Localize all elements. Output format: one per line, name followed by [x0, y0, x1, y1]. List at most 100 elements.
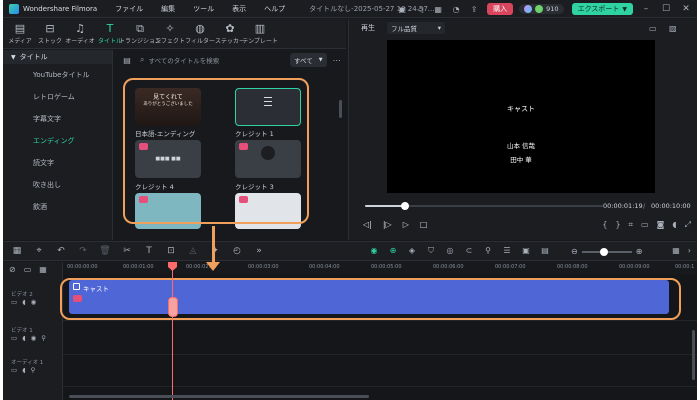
cut-icon[interactable]: ✂	[119, 246, 135, 256]
export-button[interactable]: エクスポート ▼	[571, 3, 633, 15]
timeline-horizontal-scrollbar[interactable]	[69, 395, 369, 398]
lock-icon[interactable]: ⚲	[41, 334, 46, 342]
play-icon[interactable]: ▷	[403, 220, 409, 229]
speaker-icon[interactable]: ◖	[22, 334, 25, 342]
lock-icon[interactable]: ⚲	[31, 366, 36, 374]
zoom-in-icon[interactable]: ⊕	[636, 247, 643, 256]
speaker-icon[interactable]: ◖	[22, 366, 25, 374]
timeline-ruler[interactable]: 00:00:00:00 00:00:01:00 00:00:02:00 00:0…	[63, 262, 697, 274]
grid-icon[interactable]: ▦	[431, 2, 445, 16]
more-tools-icon[interactable]: »	[251, 246, 267, 256]
tab-transition[interactable]: ⧉ トランジション	[119, 19, 161, 48]
playhead[interactable]	[172, 262, 173, 400]
list-icon[interactable]: ☰	[500, 246, 514, 256]
mic-icon[interactable]: ⚲	[481, 246, 495, 256]
track-manager-icon[interactable]: ▭	[24, 265, 32, 274]
fit-icon[interactable]: ⌗	[629, 220, 634, 230]
send-icon[interactable]: ◁	[413, 2, 427, 16]
tab-media[interactable]: ▤ メディア	[7, 19, 33, 48]
quality-dropdown[interactable]: フル品質 ▾	[387, 22, 445, 34]
device-icon[interactable]: ▣	[395, 2, 409, 16]
redo-icon[interactable]: ↷	[75, 246, 91, 256]
menu-edit[interactable]: 編集	[161, 4, 175, 14]
undo-icon[interactable]: ↶	[53, 246, 69, 256]
marker-icon[interactable]: ◈	[405, 246, 419, 256]
browser-scrollbar[interactable]	[339, 100, 342, 118]
tab-stock[interactable]: ⊟ ストック	[37, 19, 63, 48]
grid-toggle-icon[interactable]: ▦	[39, 265, 47, 274]
ai-icon[interactable]: ✦	[207, 246, 223, 256]
speed-icon[interactable]: ◴	[229, 246, 245, 256]
clip-icon[interactable]: ▤	[538, 246, 552, 256]
select-tool-icon[interactable]: ⌖	[31, 246, 47, 256]
zoom-knob[interactable]	[600, 247, 609, 256]
zoom-slider[interactable]	[581, 247, 632, 256]
fullscreen-icon[interactable]: ⤢	[685, 220, 691, 230]
tab-effect[interactable]: ✧ エフェクト	[155, 19, 185, 48]
mark-in-icon[interactable]: {	[602, 220, 607, 230]
snap-icon[interactable]: ⊕	[386, 246, 400, 256]
step-back-icon[interactable]: ◁|	[363, 220, 372, 229]
scrubber-knob[interactable]	[401, 202, 410, 210]
close-icon[interactable]: ✕	[679, 4, 693, 14]
crop-icon[interactable]: ⊡	[163, 246, 179, 256]
timeline-vertical-scrollbar[interactable]	[692, 330, 695, 380]
speaker-icon[interactable]: ◖	[22, 298, 25, 306]
display-icon[interactable]: ▭	[641, 220, 649, 230]
stop-icon[interactable]: □	[420, 220, 428, 229]
menu-view[interactable]: 表示	[232, 4, 246, 14]
volume-icon[interactable]: ◖	[672, 220, 676, 230]
shield-icon[interactable]: ⛉	[424, 246, 438, 256]
eye-icon[interactable]: ◉	[31, 334, 37, 342]
category-header[interactable]: ▼ タイトル	[3, 50, 112, 64]
add-track-icon[interactable]: ⊘	[9, 265, 16, 274]
minimize-icon[interactable]: –	[639, 4, 653, 14]
category-item[interactable]: 吹き出し	[3, 174, 112, 196]
snapshot-icon[interactable]: ▭	[649, 24, 657, 33]
color-icon[interactable]: ◬	[185, 246, 201, 256]
folder-icon[interactable]: ▭	[11, 366, 17, 374]
menu-tools[interactable]: ツール	[193, 4, 214, 14]
delete-icon[interactable]: 🗑	[97, 246, 113, 256]
bell-icon[interactable]: ◔	[449, 2, 463, 16]
text-icon[interactable]: T	[141, 246, 157, 256]
menu-file[interactable]: ファイル	[115, 4, 143, 14]
category-item-ending[interactable]: エンディング	[3, 130, 112, 152]
filter-dropdown[interactable]: すべて ▼	[290, 53, 327, 67]
render-icon[interactable]: ◉	[367, 246, 381, 256]
expand-icon[interactable]: ›	[688, 246, 691, 255]
tab-filter[interactable]: ◍ フィルター	[185, 19, 215, 48]
maximize-icon[interactable]: ☐	[659, 4, 673, 14]
link-icon[interactable]: ⊂	[462, 246, 476, 256]
category-item[interactable]: 字幕文字	[3, 108, 112, 130]
play-back-icon[interactable]: |▷	[383, 220, 392, 229]
category-item[interactable]: YouTubeタイトル	[3, 64, 112, 86]
settings-icon[interactable]: ▦	[672, 246, 680, 255]
folder-icon[interactable]: ▭	[11, 334, 17, 342]
credits-badge[interactable]: 910	[519, 4, 564, 14]
camera-icon[interactable]: ◙	[657, 220, 665, 230]
upload-icon[interactable]: ⇪	[467, 2, 481, 16]
category-item[interactable]: 読文字	[3, 152, 112, 174]
tab-audio[interactable]: ♫ オーディオ	[65, 19, 95, 48]
preview-scrubber[interactable]	[365, 202, 603, 210]
collapse-panel-icon[interactable]: ▤	[120, 54, 134, 66]
mark-out-icon[interactable]: }	[615, 220, 620, 230]
tab-template[interactable]: ▥ テンプレート	[242, 19, 278, 48]
playhead-handle[interactable]	[168, 297, 178, 317]
ripple-icon[interactable]: ◎	[443, 246, 457, 256]
folder-icon[interactable]: ▭	[11, 298, 17, 306]
filter-icon: ◍	[195, 22, 205, 35]
eye-icon[interactable]: ◉	[31, 298, 37, 306]
category-item[interactable]: 飲酒	[3, 196, 112, 218]
menu-help[interactable]: ヘルプ	[264, 4, 285, 14]
screen-icon[interactable]: ▣	[519, 246, 533, 256]
zoom-out-icon[interactable]: ⊖	[571, 247, 578, 256]
more-icon[interactable]: ⋯	[333, 56, 341, 65]
image-icon[interactable]: ▨	[669, 24, 677, 33]
search-input[interactable]: ⌕ すべてのタイトルを検索	[140, 55, 280, 65]
buy-button[interactable]: 購入	[487, 3, 514, 15]
tab-sticker[interactable]: ✿ ステッカー	[215, 19, 245, 48]
category-item[interactable]: レトロゲーム	[3, 86, 112, 108]
layout-icon[interactable]: ▦	[9, 246, 25, 256]
